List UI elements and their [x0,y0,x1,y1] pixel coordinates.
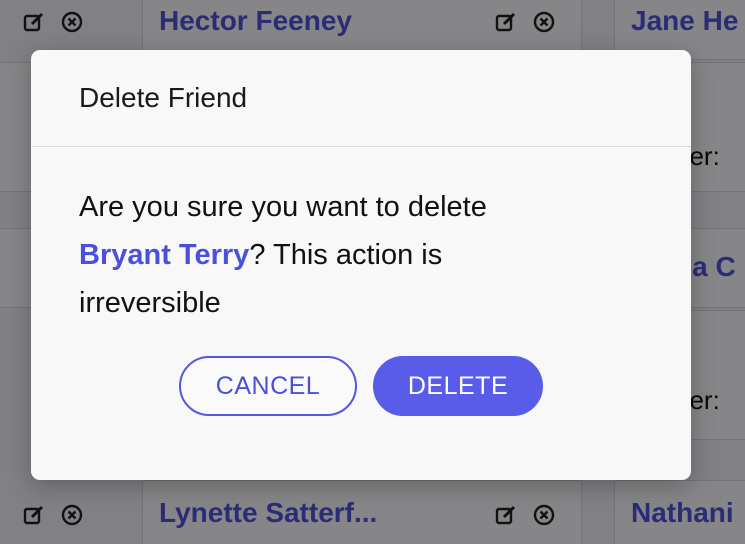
dialog-actions: CANCEL DELETE [179,356,543,416]
dialog-message: Are you sure you want to delete Bryant T… [31,147,597,327]
delete-button[interactable]: DELETE [373,356,543,416]
cancel-button[interactable]: CANCEL [179,356,357,416]
dialog-message-prefix: Are you sure you want to delete [79,191,487,223]
friend-name: Bryant Terry [79,239,250,271]
dialog-header: Delete Friend [31,50,691,147]
delete-friend-dialog: Delete Friend Are you sure you want to d… [31,50,691,480]
dialog-title: Delete Friend [79,82,248,113]
